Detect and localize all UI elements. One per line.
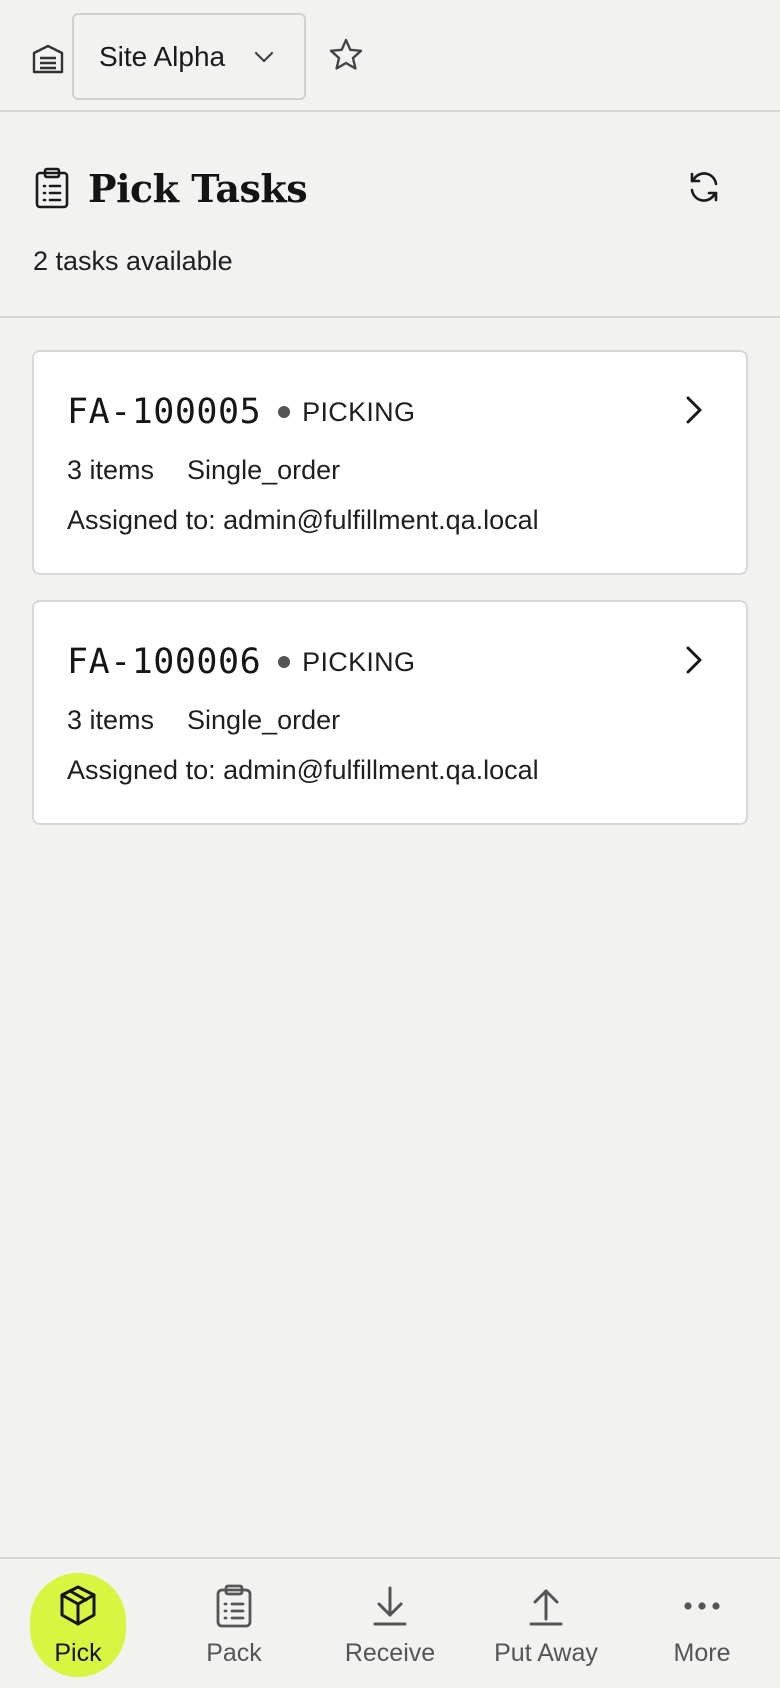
nav-label: Receive [344,1639,436,1667]
page-title: Pick Tasks [88,166,308,211]
bottom-nav: Pick Pack Receive Put Away More [0,1557,780,1688]
page-header: Pick Tasks 2 tasks available [0,112,780,318]
item-count: 3 items [67,455,155,485]
nav-label: More [673,1639,731,1667]
assignee: Assigned to: admin@fulfillment.qa.local [67,505,539,535]
task-id: FA-100006 [67,642,262,682]
status-dot [278,406,291,418]
task-card[interactable]: FA-100005 PICKING 3 items Single_order A… [32,350,748,575]
task-card[interactable]: FA-100006 PICKING 3 items Single_order A… [32,600,748,825]
upload-icon [529,1589,563,1626]
box-icon [60,1585,96,1626]
nav-label: Pick [54,1639,102,1667]
nav-item-put-away[interactable]: Put Away [476,1559,616,1688]
chevron-right-icon [686,646,702,674]
status-badge: PICKING [302,396,416,427]
order-type: Single_order [187,455,341,485]
nav-item-receive[interactable]: Receive [320,1559,460,1688]
assignee: Assigned to: admin@fulfillment.qa.local [67,755,539,785]
order-type: Single_order [187,705,341,735]
tasks-count: 2 tasks available [33,246,233,276]
site-selector-value: Site Alpha [99,40,226,72]
item-count: 3 items [67,705,155,735]
task-id: FA-100005 [67,392,262,432]
download-icon [373,1586,407,1626]
nav-label: Put Away [494,1639,598,1667]
clipboard-list-icon [216,1584,252,1628]
refresh-icon[interactable] [686,169,722,205]
nav-label: Pack [206,1639,262,1667]
status-badge: PICKING [302,646,416,677]
chevron-right-icon [686,396,702,424]
chevron-down-icon [254,51,274,63]
site-selector[interactable]: Site Alpha [72,13,306,100]
more-icon [684,1602,720,1610]
clipboard-icon [35,167,69,209]
nav-item-more[interactable]: More [632,1559,772,1688]
top-bar: Site Alpha [0,0,780,112]
status-dot [278,656,291,668]
nav-item-pick[interactable]: Pick [8,1559,148,1688]
star-icon[interactable] [328,37,364,73]
warehouse-icon [32,44,64,74]
nav-item-pack[interactable]: Pack [164,1559,304,1688]
